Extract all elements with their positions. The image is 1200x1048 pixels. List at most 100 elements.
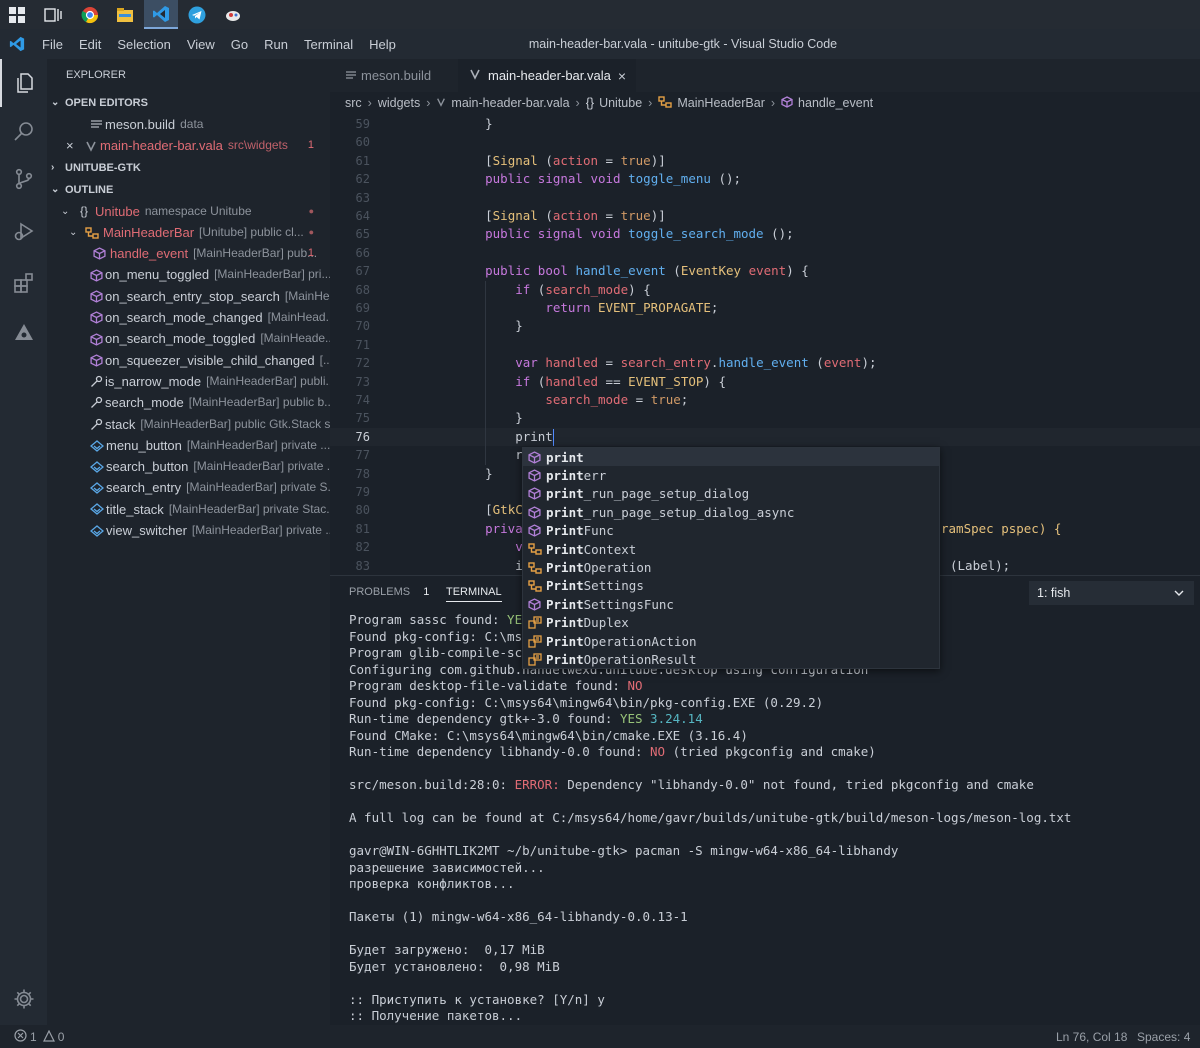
- terminal-label: TERMINAL: [446, 586, 502, 598]
- warning-count: 0: [57, 1030, 65, 1044]
- suggestion-item[interactable]: print _run_page_setup_dialog: [523, 485, 939, 503]
- line-number: 69: [355, 301, 370, 315]
- tab-label: main-header-bar.vala: [488, 68, 611, 83]
- problems-status[interactable]: 1 0: [14, 1029, 64, 1045]
- line-number: 83: [355, 558, 370, 573]
- problems-count-badge: 1: [423, 586, 430, 598]
- method-icon: [90, 354, 103, 367]
- suggestion-item[interactable]: Print Duplex: [523, 614, 939, 632]
- indentation-status[interactable]: Spaces: 4: [1137, 1030, 1190, 1044]
- windows-start-icon[interactable]: [0, 0, 34, 29]
- suggestion-item[interactable]: Print Operation: [523, 558, 939, 576]
- suggestion-item[interactable]: print _run_page_setup_dialog_async: [523, 503, 939, 521]
- outline-section[interactable]: ⌄ OUTLINE: [47, 179, 330, 201]
- project-section[interactable]: › UNITUBE-GTK: [47, 157, 330, 179]
- app-icon[interactable]: [216, 0, 250, 29]
- tab-terminal[interactable]: TERMINAL: [446, 586, 502, 602]
- chevron-down-icon[interactable]: ⌄: [69, 222, 83, 243]
- method-icon: [528, 506, 546, 519]
- method-icon: [528, 469, 546, 482]
- outline-item[interactable]: menu_button [MainHeaderBar] private ...: [47, 435, 330, 456]
- chrome-icon[interactable]: [73, 0, 107, 29]
- task-view-icon[interactable]: [36, 0, 70, 29]
- breadcrumb-widgets[interactable]: widgets: [378, 96, 420, 110]
- file-explorer-icon[interactable]: [108, 0, 142, 29]
- menu-go[interactable]: Go: [223, 37, 256, 52]
- code-line: 59 }: [330, 115, 1200, 133]
- chevron-down-icon[interactable]: ⌄: [61, 201, 75, 222]
- suggestion-match: Print: [546, 541, 584, 557]
- outline-item[interactable]: on_search_mode_changed [MainHead...: [47, 307, 330, 328]
- tab-main-header-bar[interactable]: main-header-bar.vala ×: [458, 59, 636, 92]
- terminal-line: Found CMake: C:\msys64\mingw64\bin/cmake…: [349, 727, 748, 743]
- outline-item[interactable]: ⌄ {} Unitube namespace Unitube ●: [47, 201, 330, 222]
- suggestion-item[interactable]: Print OperationResult: [523, 650, 939, 668]
- suggestion-item[interactable]: print err: [523, 466, 939, 484]
- breadcrumb-class[interactable]: MainHeaderBar: [677, 96, 765, 110]
- method-icon: [528, 598, 546, 611]
- outline-item[interactable]: search_button [MainHeaderBar] private ...: [47, 456, 330, 477]
- open-editor-item[interactable]: × main-header-bar.vala src\widgets 1: [47, 135, 330, 156]
- extensions-icon[interactable]: [0, 259, 47, 307]
- close-icon[interactable]: ×: [66, 135, 82, 156]
- project-label: UNITUBE-GTK: [65, 161, 141, 174]
- outline-item[interactable]: search_mode [MainHeaderBar] public b...: [47, 392, 330, 413]
- remote-explorer-icon[interactable]: [0, 309, 47, 357]
- close-icon[interactable]: ×: [618, 68, 626, 84]
- vscode-taskbar-icon[interactable]: [144, 0, 178, 29]
- outline-item[interactable]: on_squeezer_visible_child_changed [...: [47, 350, 330, 371]
- suggestion-item[interactable]: Print Context: [523, 540, 939, 558]
- suggestion-item[interactable]: Print SettingsFunc: [523, 595, 939, 613]
- menu-help[interactable]: Help: [361, 37, 404, 52]
- outline-item[interactable]: on_search_entry_stop_search [MainHe...: [47, 286, 330, 307]
- open-editor-item[interactable]: meson.build data: [47, 114, 330, 135]
- telegram-icon[interactable]: [180, 0, 214, 29]
- menu-terminal[interactable]: Terminal: [296, 37, 361, 52]
- outline-item-desc: [MainHeaderBar] pub...: [193, 246, 318, 261]
- tab-problems[interactable]: PROBLEMS 1: [349, 586, 429, 598]
- suggestion-item[interactable]: print: [523, 448, 939, 467]
- run-debug-icon[interactable]: [0, 207, 47, 255]
- code-line: 62 public signal void toggle_menu ();: [330, 170, 1200, 188]
- suggestion-item[interactable]: Print OperationAction: [523, 632, 939, 650]
- breadcrumb-file[interactable]: main-header-bar.vala: [451, 96, 569, 110]
- outline-item[interactable]: view_switcher [MainHeaderBar] private ...: [47, 520, 330, 541]
- outline-item[interactable]: is_narrow_mode [MainHeaderBar] publi...: [47, 371, 330, 392]
- menu-file[interactable]: File: [34, 37, 71, 52]
- method-icon: [90, 268, 103, 282]
- outline-item-desc: [MainHeaderBar] public Gtk.Stack s...: [140, 416, 330, 431]
- method-icon: [528, 524, 546, 537]
- suggestion-item[interactable]: Print Settings: [523, 577, 939, 595]
- outline-item[interactable]: handle_event [MainHeaderBar] pub... 1: [47, 243, 330, 264]
- outline-item[interactable]: on_search_mode_toggled [MainHeade...: [47, 328, 330, 349]
- terminal-output[interactable]: Program sassc found: YES (Found pkg-conf…: [349, 612, 1071, 1025]
- breadcrumb-namespace[interactable]: Unitube: [599, 96, 642, 110]
- terminal-line: Run-time dependency libhandy-0.0 found: …: [349, 744, 876, 759]
- tab-meson-build[interactable]: meson.build: [330, 59, 458, 92]
- outline-item-name: view_switcher: [106, 523, 187, 539]
- open-editors-section[interactable]: ⌄ OPEN EDITORS: [47, 92, 330, 114]
- line-number: 72: [355, 356, 370, 371]
- breadcrumb-method[interactable]: handle_event: [798, 96, 873, 110]
- enum-icon: [528, 616, 546, 629]
- cursor-position[interactable]: Ln 76, Col 18: [1056, 1030, 1127, 1044]
- suggestion-item[interactable]: Print Func: [523, 522, 939, 540]
- manage-gear-icon[interactable]: [0, 975, 47, 1023]
- outline-item[interactable]: stack [MainHeaderBar] public Gtk.Stack s.…: [47, 414, 330, 435]
- menu-edit[interactable]: Edit: [71, 37, 109, 52]
- explorer-icon[interactable]: [0, 59, 47, 107]
- outline-item[interactable]: search_entry [MainHeaderBar] private S...: [47, 477, 330, 498]
- search-icon[interactable]: [0, 107, 47, 155]
- breadcrumb-src[interactable]: src: [345, 96, 362, 110]
- outline-item[interactable]: title_stack [MainHeaderBar] private Stac.…: [47, 499, 330, 520]
- menu-view[interactable]: View: [179, 37, 223, 52]
- source-control-icon[interactable]: [0, 155, 47, 203]
- code-line: 68 if (search_mode) {: [330, 281, 1200, 299]
- menu-run[interactable]: Run: [256, 37, 296, 52]
- menu-selection[interactable]: Selection: [109, 37, 178, 52]
- suggestion-rest: OperationAction: [583, 633, 697, 649]
- terminal-select[interactable]: 1: fish: [1029, 581, 1194, 605]
- outline-item[interactable]: on_menu_toggled [MainHeaderBar] pri...: [47, 264, 330, 285]
- outline-item[interactable]: ⌄ MainHeaderBar [Unitube] public cl... ●: [47, 222, 330, 243]
- chevron-down-icon: [1174, 581, 1184, 613]
